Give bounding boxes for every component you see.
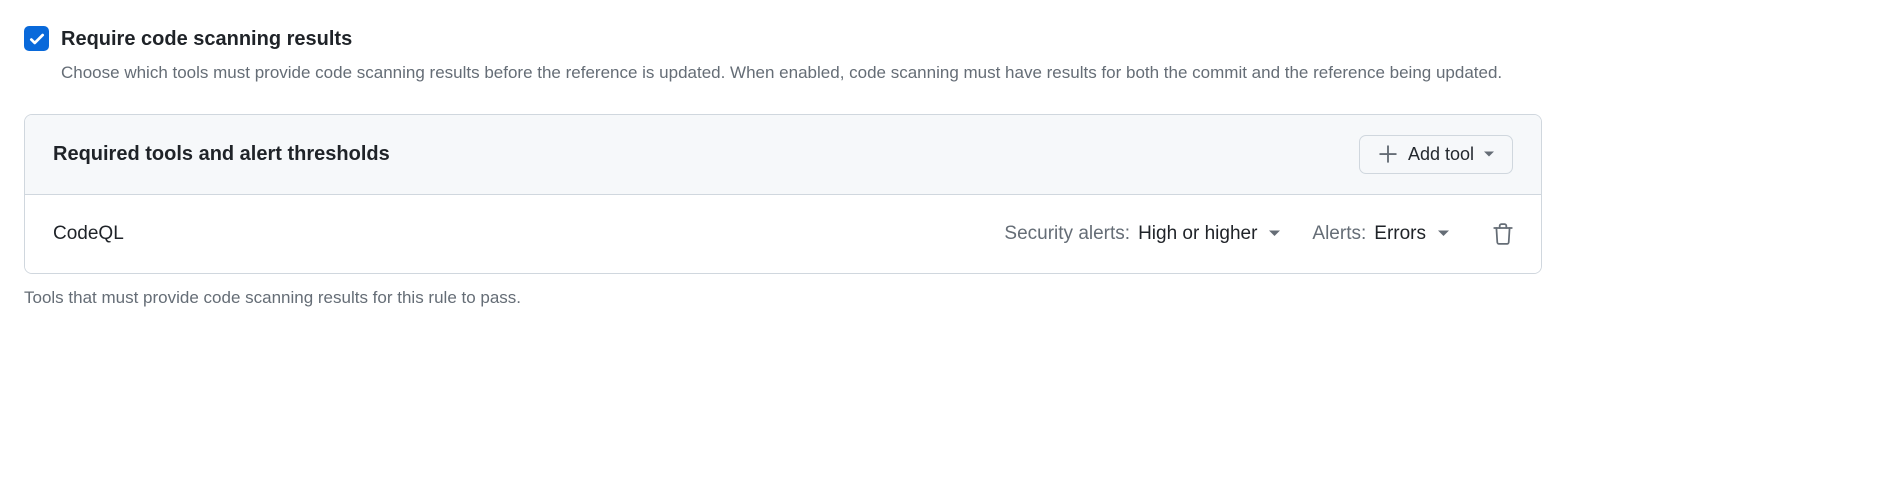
security-alerts-label: Security alerts: (1004, 223, 1130, 245)
require-code-scanning-checkbox[interactable] (24, 26, 49, 51)
rule-title: Require code scanning results (61, 24, 352, 54)
security-alerts-value: High or higher (1138, 223, 1257, 245)
rule-description: Choose which tools must provide code sca… (61, 60, 1542, 86)
check-icon (28, 30, 46, 48)
tool-name: CodeQL (53, 223, 124, 245)
tools-panel: Required tools and alert thresholds Add … (24, 114, 1542, 274)
caret-down-icon (1438, 228, 1449, 239)
trash-icon (1493, 223, 1513, 245)
security-alerts-dropdown[interactable]: Security alerts: High or higher (1004, 223, 1280, 245)
plus-icon (1378, 144, 1398, 164)
rule-header: Require code scanning results (24, 24, 1542, 54)
rule-heading-block: Require code scanning results (61, 24, 352, 54)
alerts-dropdown[interactable]: Alerts: Errors (1312, 223, 1449, 245)
alerts-value: Errors (1374, 223, 1426, 245)
panel-title: Required tools and alert thresholds (53, 143, 390, 166)
caret-down-icon (1484, 149, 1494, 159)
tool-row: CodeQL Security alerts: High or higher A… (25, 195, 1541, 273)
delete-tool-button[interactable] (1493, 223, 1513, 245)
alerts-label: Alerts: (1312, 223, 1366, 245)
add-tool-label: Add tool (1408, 144, 1474, 165)
caret-down-icon (1269, 228, 1280, 239)
add-tool-button[interactable]: Add tool (1359, 135, 1513, 174)
footer-text: Tools that must provide code scanning re… (24, 288, 1542, 308)
rule-container: Require code scanning results Choose whi… (24, 24, 1542, 308)
row-controls: Security alerts: High or higher Alerts: … (1004, 223, 1513, 245)
panel-header: Required tools and alert thresholds Add … (25, 115, 1541, 195)
